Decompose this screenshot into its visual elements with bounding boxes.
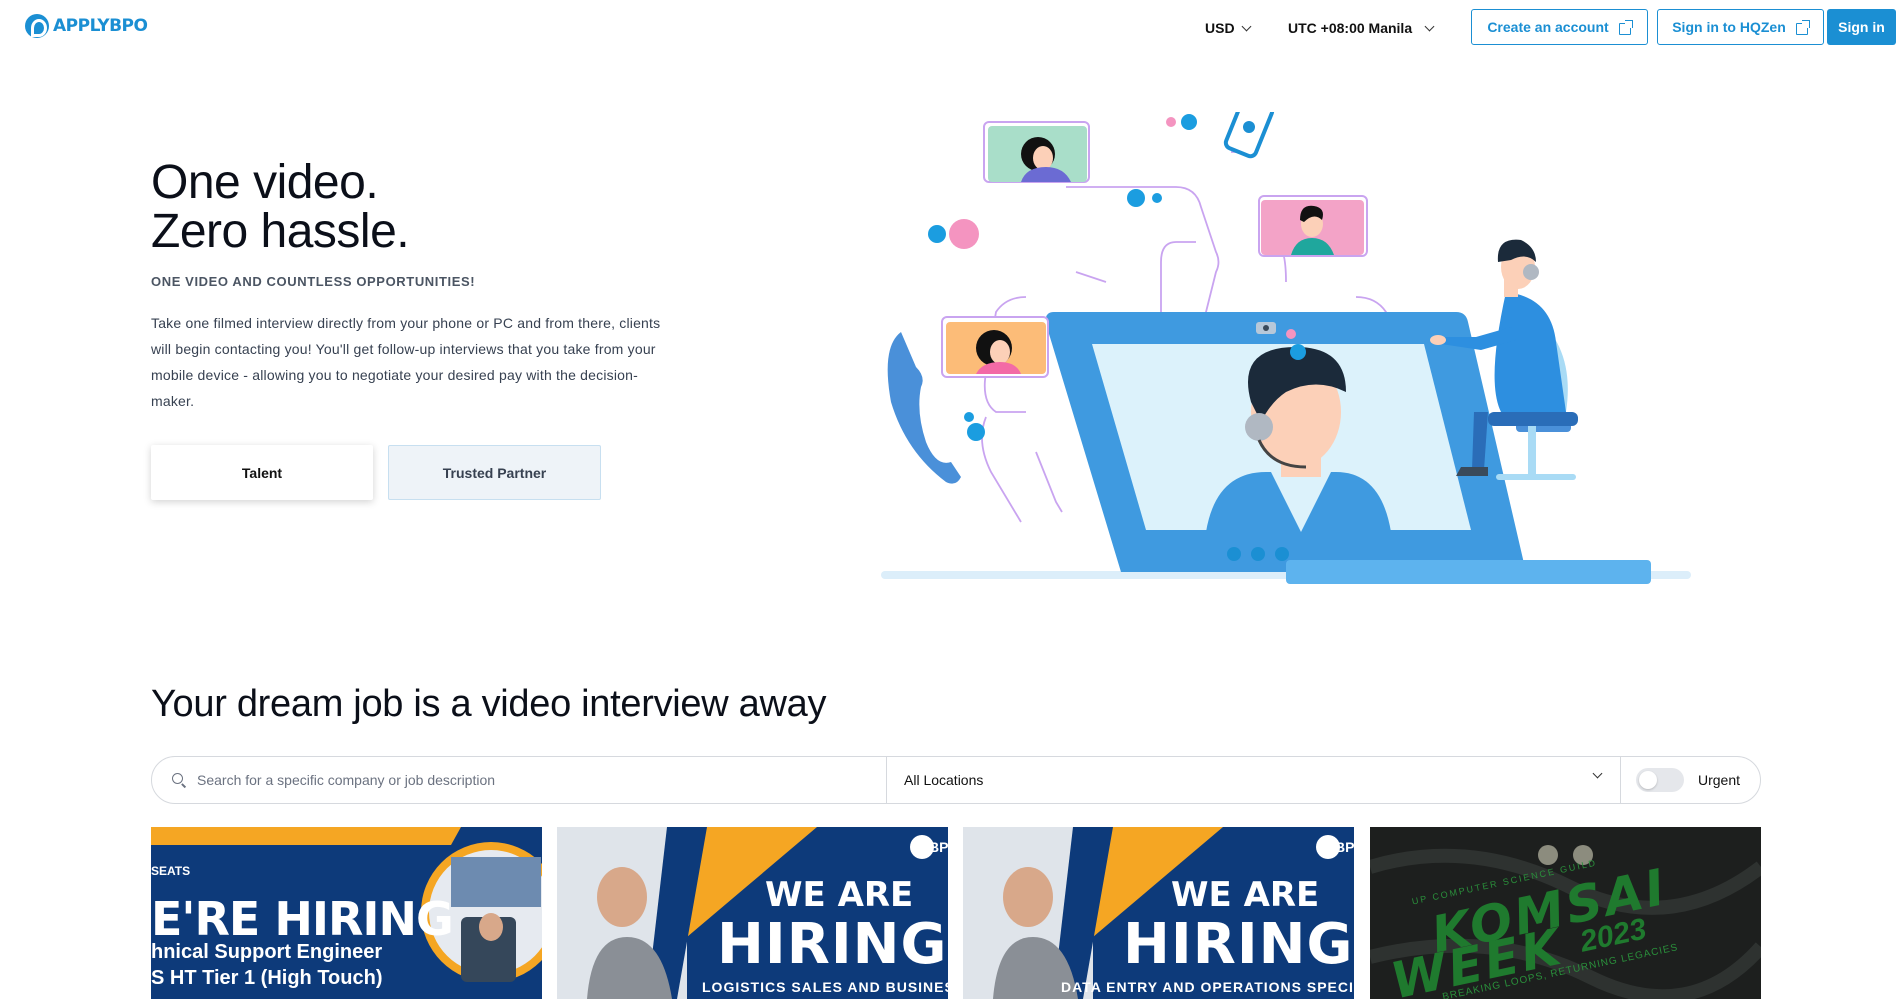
create-account-label: Create an account: [1487, 19, 1609, 35]
sign-in-button[interactable]: Sign in: [1827, 9, 1896, 45]
timezone-select[interactable]: UTC +08:00 Manila: [1288, 20, 1435, 36]
divider: [1620, 757, 1621, 803]
search-field: [152, 757, 886, 803]
card-role-line2: S HT Tier 1 (High Touch): [151, 967, 383, 989]
trusted-partner-button[interactable]: Trusted Partner: [388, 445, 601, 500]
search-input[interactable]: [197, 769, 867, 791]
location-value: All Locations: [904, 772, 984, 788]
urgent-filter: Urgent: [1636, 757, 1740, 803]
jobs-section-title: Your dream job is a video interview away: [151, 683, 827, 725]
hero-description: Take one filmed interview directly from …: [151, 315, 661, 409]
urgent-toggle[interactable]: [1636, 768, 1684, 792]
sign-in-hqzen-button[interactable]: Sign in to HQZen: [1657, 9, 1824, 45]
card-headline: HIRING: [717, 912, 948, 977]
applybpo-logo-icon: [25, 14, 49, 38]
external-link-icon: [1618, 19, 1633, 35]
hero-title: One video. Zero hassle.: [151, 156, 410, 258]
timezone-value: UTC +08:00 Manila: [1288, 20, 1413, 36]
logo-text: APPLYBPO: [53, 16, 148, 36]
card-role: DATA ENTRY AND OPERATIONS SPECI: [1061, 979, 1354, 995]
event-card[interactable]: UP COMPUTER SCIENCE GUILD KOMSAI WEEK 20…: [1370, 827, 1761, 999]
card-headline: HIRING: [1123, 912, 1354, 977]
card-tag: BP: [1335, 839, 1354, 855]
card-tag: SEATS: [151, 864, 191, 878]
hero-subtitle: ONE VIDEO AND COUNTLESS OPPORTUNITIES!: [151, 274, 476, 289]
create-account-button[interactable]: Create an account: [1471, 9, 1648, 45]
job-card[interactable]: BP WE ARE HIRING LOGISTICS SALES AND BUS…: [557, 827, 948, 999]
card-role-line1: hnical Support Engineer: [151, 941, 383, 963]
toggle-knob: [1639, 771, 1657, 789]
urgent-label: Urgent: [1698, 772, 1741, 788]
card-tag: BP: [929, 839, 948, 855]
card-headline-top: WE ARE: [765, 875, 914, 915]
card-headline: E'RE HIRING: [151, 892, 454, 946]
card-role: LOGISTICS SALES AND BUSINES: [702, 979, 948, 995]
currency-select[interactable]: USD: [1205, 20, 1252, 36]
hero-title-line2: Zero hassle.: [151, 205, 410, 258]
card-headline-top: WE ARE: [1171, 875, 1320, 915]
search-icon: [172, 773, 183, 784]
job-card[interactable]: BP WE ARE HIRING DATA ENTRY AND OPERATIO…: [963, 827, 1354, 999]
applybpo-logo[interactable]: APPLYBPO: [25, 14, 148, 38]
chevron-down-icon: [1241, 21, 1252, 31]
job-cards: SEATS E'RE HIRING hnical Support Enginee…: [151, 827, 1761, 999]
currency-value: USD: [1205, 20, 1235, 36]
top-nav: APPLYBPO USD UTC +08:00 Manila Create an…: [0, 0, 1900, 55]
hero-title-line1: One video.: [151, 156, 379, 209]
video-interview-illustration: [881, 112, 1691, 584]
job-search-bar: All Locations Urgent: [151, 756, 1761, 804]
sign-in-hqzen-label: Sign in to HQZen: [1672, 19, 1786, 35]
chevron-down-icon: [1424, 21, 1435, 31]
job-card[interactable]: SEATS E'RE HIRING hnical Support Enginee…: [151, 827, 542, 999]
external-link-icon: [1795, 19, 1810, 35]
talent-button[interactable]: Talent: [151, 445, 373, 500]
